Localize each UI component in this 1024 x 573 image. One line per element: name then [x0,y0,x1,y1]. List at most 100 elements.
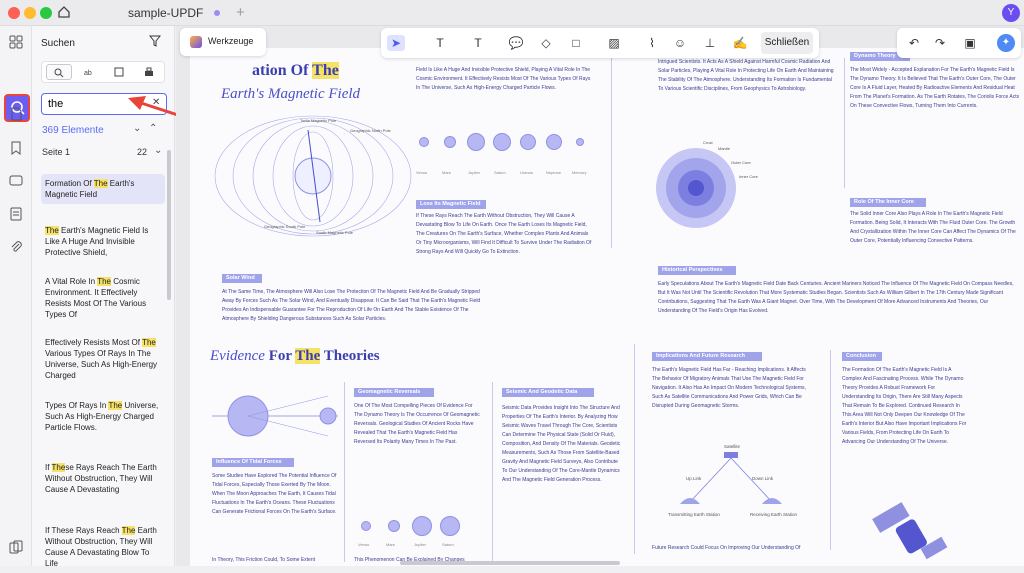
result-highlight: The [108,401,123,410]
page1-intro: Field Is Like A Huge And Invisible Prote… [416,67,591,91]
home-icon[interactable] [57,5,71,19]
bookmark-icon[interactable] [7,141,25,159]
avatar[interactable]: Y [1002,4,1020,22]
paperclip-icon[interactable]: ⌇ [643,35,661,51]
planet-label: Jupiter [414,542,427,547]
tidal-text-more: In Theory, This Friction Could, To Some … [212,557,316,563]
column-divider-6 [830,350,831,550]
search-result-item[interactable]: The Earth's Magnetic Field Is Like A Hug… [41,221,165,262]
save-icon[interactable]: ▣ [961,35,979,51]
page-icon [114,67,124,77]
minimize-window-button[interactable] [24,7,36,19]
search-result-item[interactable]: Effectively Resists Most Of The Various … [41,333,165,385]
horizontal-scrollbar[interactable] [400,561,620,565]
planet-saturn [493,133,511,151]
text-tool-icon[interactable]: T [431,35,449,51]
tidal-diagram [212,395,338,437]
replace-tab[interactable]: ab [76,64,102,80]
redact-icon [145,67,153,76]
planet-saturn [440,516,460,536]
planet-label: Jupiter [468,170,481,175]
planet-neptune [546,134,562,150]
search-result-item[interactable]: If These Rays Reach The Earth Without Ob… [41,458,165,499]
right-toolbar: ↶ ↷ ▣ ✦ [897,28,1021,58]
svg-text:Tortla Magnetic Pole: Tortla Magnetic Pole [300,118,337,123]
tab-title: sample-UPDF [128,6,204,20]
left-rail [0,26,32,566]
rectangle-icon[interactable]: □ [567,35,585,51]
search-mode-tabs: ab [41,61,165,83]
result-text: If [45,463,52,472]
svg-text:Geographic South Pole: Geographic South Pole [264,224,306,229]
chevron-down-icon[interactable]: ⌄ [133,123,141,134]
document-tab[interactable]: sample-UPDF [86,0,226,26]
solar-heading: Solar Wind [222,274,262,283]
redact-tab[interactable] [136,64,162,80]
eraser-icon[interactable]: ◇ [537,35,555,51]
cursor-icon[interactable]: ➤ [387,35,405,51]
result-highlight: The [121,526,136,535]
planet-label: Mars [386,542,395,547]
search-box: ✕ [41,93,167,115]
unsaved-dot [214,10,220,16]
zoom-window-button[interactable] [40,7,52,19]
page-icon[interactable] [7,107,25,125]
column-divider [611,58,612,248]
close-window-button[interactable] [8,7,20,19]
comment-icon[interactable] [7,174,25,192]
sidebar-scrollbar[interactable] [167,150,171,300]
seismic-heading: Seismic And Geodetic Data [502,388,594,397]
svg-text:Satellite: Satellite [724,444,741,449]
title-bar: sample-UPDF + Y [0,0,1024,26]
search-icon [54,68,64,78]
result-text: Formation Of [45,179,94,188]
implications-text: The Earth's Magnetic Field Has Far - Rea… [652,367,806,409]
collapse-chevron-icon[interactable]: ⌄ [154,145,162,156]
search-result-item[interactable]: Types Of Rays In The Universe, Such As H… [41,396,165,437]
sticker-icon[interactable]: ☺ [671,35,689,51]
comment-icon[interactable]: 💬 [507,35,525,51]
solar-text: At The Same Time, The Atmosphere Will Al… [222,289,481,322]
result-highlight: The [93,179,108,188]
hatch-icon[interactable]: ▨ [605,35,623,51]
page-count: 22 [137,147,148,157]
text-box-icon[interactable]: T [469,35,487,51]
search-input[interactable] [48,96,144,112]
planet-mars [444,136,456,148]
close-tools-button[interactable]: Schließen [761,32,813,54]
document-viewport: ation Of The Earth's Magnetic Field Tort… [176,26,1024,566]
layers-icon[interactable] [7,540,25,558]
new-tab-icon[interactable]: + [236,4,245,21]
page-search-tab[interactable] [106,64,132,80]
signature-icon[interactable]: ✍ [731,35,749,51]
ai-assistant-icon[interactable]: ✦ [997,34,1015,52]
tidal-heading: Influence Of Tidal Forces [212,458,294,467]
search-result-item[interactable]: If These Rays Reach The Earth Without Ob… [41,521,165,573]
attachment-icon[interactable] [7,240,25,258]
column-divider-5 [634,344,635,554]
search-panel: Suchen ab ✕ 369 Elemente ⌄ ⌃ Seite 1 22 … [32,26,175,568]
loss-heading: Loss Its Magnetic Field [416,200,486,209]
inner-core-heading: Role Of The Inner Core [850,198,926,207]
seismic-text: Seismic Data Provides Insight Into The S… [502,405,621,483]
result-text: A Vital Role In [45,277,98,286]
stamp-icon[interactable]: ⊥ [701,35,719,51]
planet-label: Mars [442,170,451,175]
thumbnails-icon[interactable] [7,35,25,53]
form-icon[interactable] [7,207,25,225]
search-result-item[interactable]: A Vital Role In The Cosmic Environment. … [41,272,165,324]
redo-icon[interactable]: ↷ [931,35,949,51]
annotation-toolbar: ➤ T T 💬 ◇ □ ▨ ⌇ ☺ ⊥ ✍ Schließen [381,28,819,58]
historical-text: Early Speculations About The Earth's Mag… [658,281,1014,314]
chevron-up-icon[interactable]: ⌃ [149,123,157,134]
search-result-item[interactable]: Formation Of The Earth's Magnetic Field [41,174,165,204]
tools-button[interactable]: Werkzeuge [180,28,266,56]
filter-icon[interactable] [149,35,161,47]
planet-label: Saturn [494,170,506,175]
text-search-tab[interactable] [46,64,72,80]
planet-label: Neptune [546,170,562,175]
result-highlight: The [97,277,111,286]
clear-icon[interactable]: ✕ [152,97,160,108]
undo-icon[interactable]: ↶ [905,35,923,51]
satellite-illustration [872,502,948,560]
